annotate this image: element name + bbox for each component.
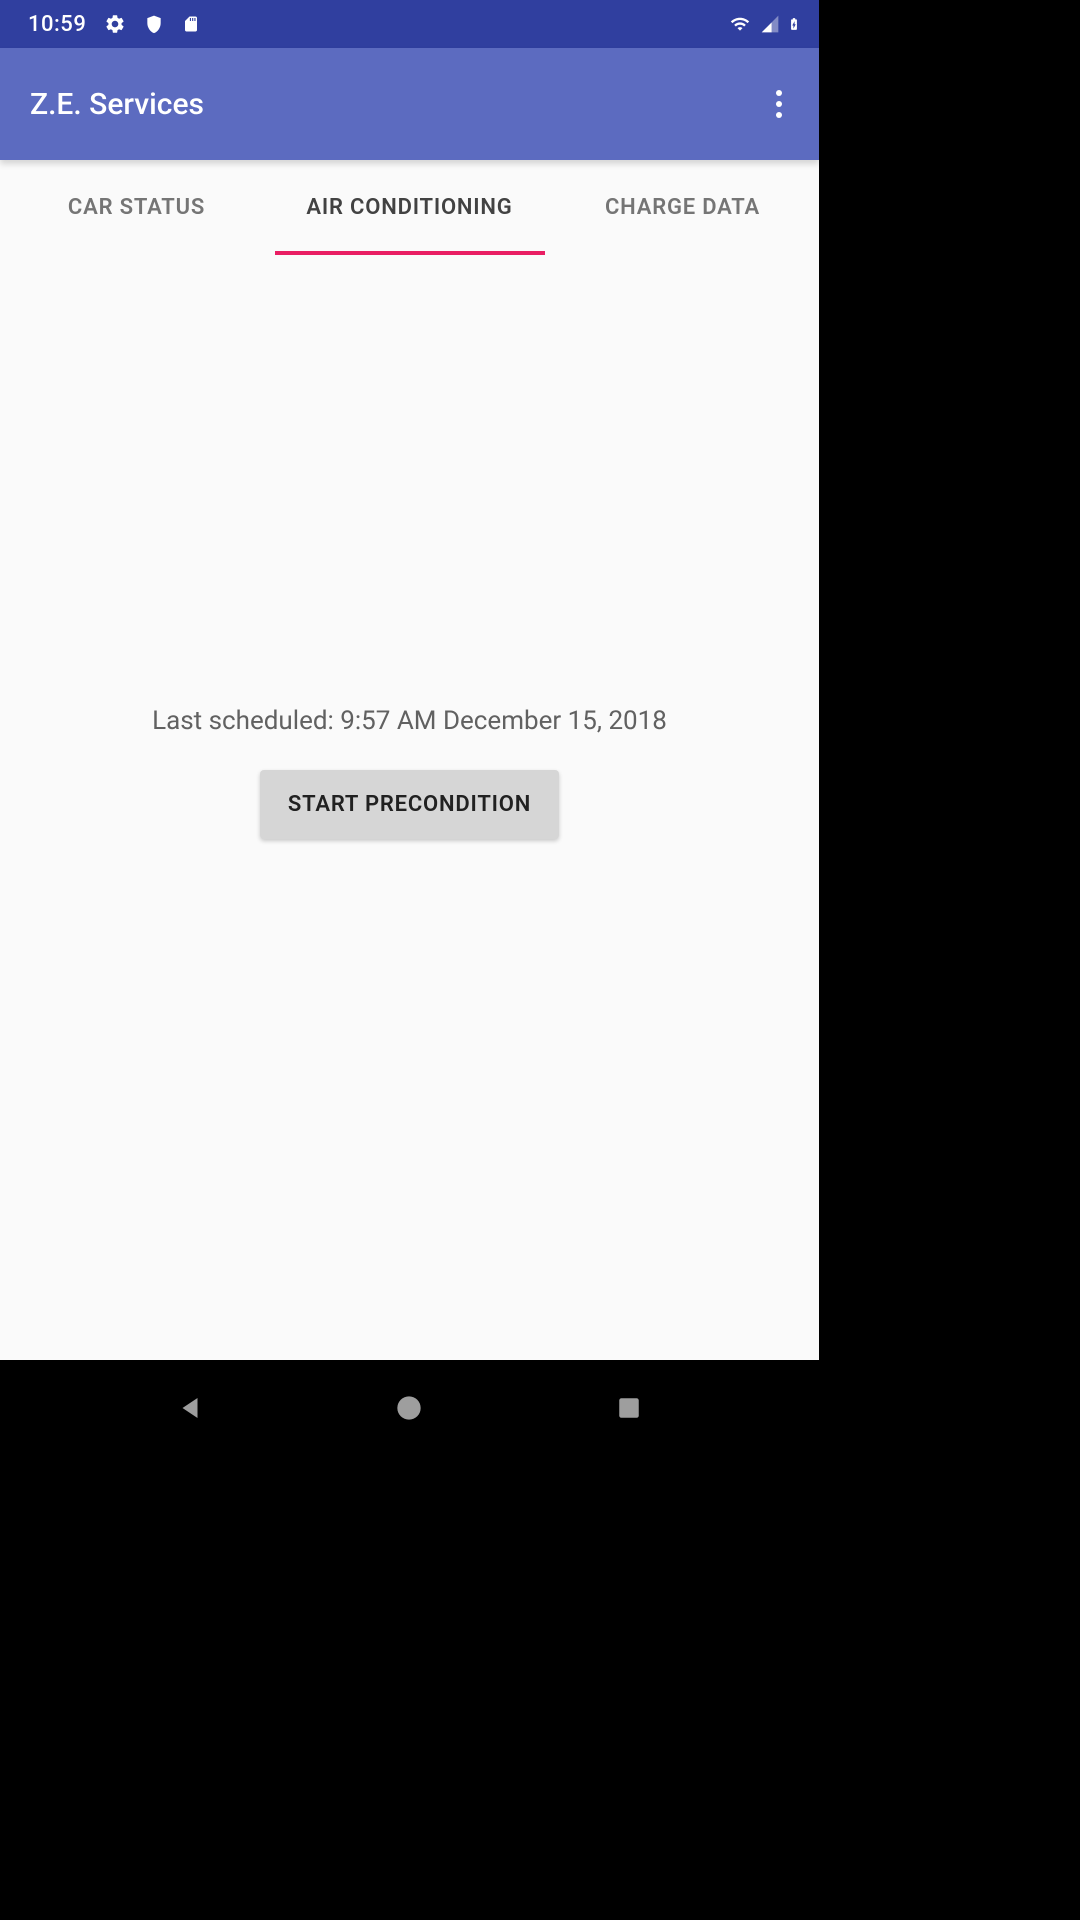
navigation-bar — [0, 1360, 819, 1455]
more-vert-icon — [776, 112, 782, 118]
tab-charge-data[interactable]: CHARGE DATA — [546, 160, 819, 255]
tab-air-conditioning[interactable]: AIR CONDITIONING — [273, 160, 546, 255]
more-vert-icon — [776, 90, 782, 96]
recent-square-icon — [616, 1395, 642, 1421]
page-title: Z.E. Services — [30, 87, 204, 122]
back-triangle-icon — [175, 1393, 205, 1423]
shield-icon — [144, 13, 164, 35]
tab-car-status[interactable]: CAR STATUS — [0, 160, 273, 255]
signal-icon — [759, 14, 781, 34]
status-right — [727, 12, 801, 36]
nav-back-button[interactable] — [155, 1373, 225, 1443]
last-scheduled-text: Last scheduled: 9:57 AM December 15, 201… — [152, 706, 667, 736]
sd-card-icon — [182, 13, 200, 35]
tab-bar: CAR STATUS AIR CONDITIONING CHARGE DATA — [0, 160, 819, 255]
nav-home-button[interactable] — [374, 1373, 444, 1443]
status-bar: 10:59 — [0, 0, 819, 48]
battery-charging-icon — [787, 12, 801, 36]
start-precondition-button[interactable]: START PRECONDITION — [260, 770, 559, 839]
wifi-icon — [727, 14, 753, 34]
nav-recent-button[interactable] — [594, 1373, 664, 1443]
settings-icon — [104, 13, 126, 35]
status-time: 10:59 — [28, 12, 86, 37]
app-bar: Z.E. Services — [0, 48, 819, 160]
home-circle-icon — [395, 1394, 423, 1422]
overflow-menu-button[interactable] — [759, 84, 799, 124]
status-left: 10:59 — [28, 12, 200, 37]
content-area: Last scheduled: 9:57 AM December 15, 201… — [0, 255, 819, 1360]
more-vert-icon — [776, 101, 782, 107]
